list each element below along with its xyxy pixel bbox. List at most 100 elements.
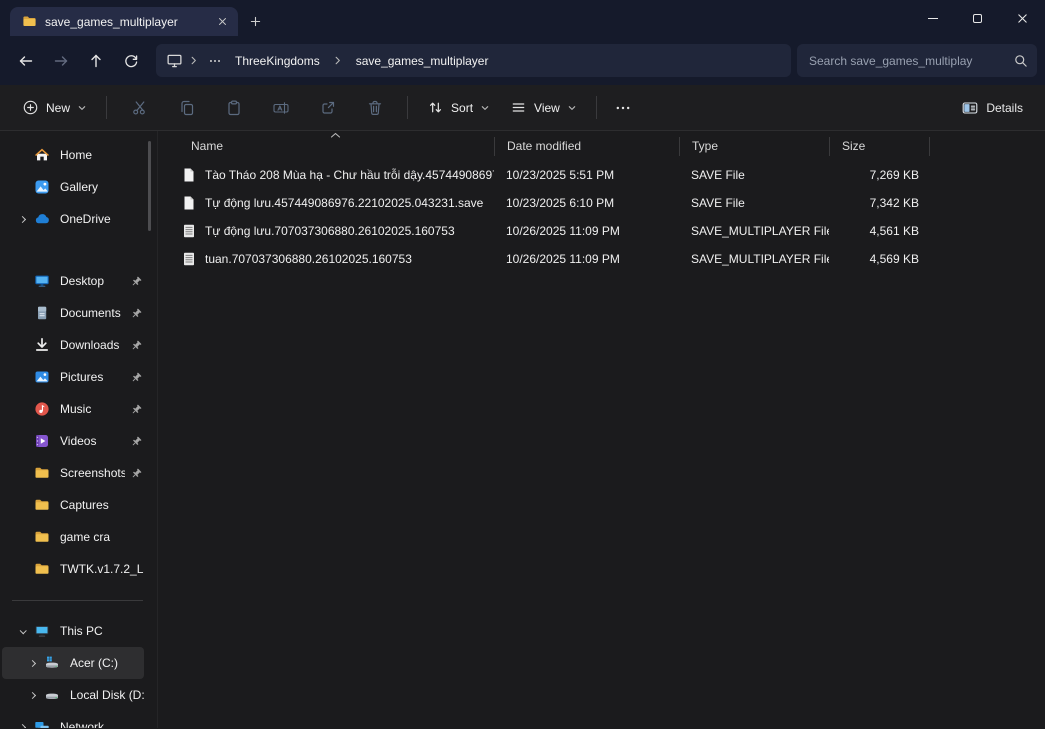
paste-button[interactable] [214, 91, 253, 125]
sidebar-item-captures[interactable]: Captures [2, 489, 144, 521]
chevron-right-icon[interactable] [10, 203, 34, 235]
file-rows: Tào Tháo 208 Mùa hạ - Chư hầu trỗi dậy.4… [158, 161, 1045, 273]
sidebar-item-this-pc[interactable]: This PC [2, 615, 144, 647]
new-tab-button[interactable] [238, 7, 272, 36]
details-pane-icon [961, 99, 979, 117]
desktop-icon [34, 273, 50, 289]
refresh-button[interactable] [113, 44, 148, 78]
column-header-filler [929, 137, 1045, 156]
column-header-name[interactable]: Name [158, 137, 494, 156]
forward-button[interactable] [43, 44, 78, 78]
toolbar-separator [596, 96, 597, 119]
maximize-icon [973, 14, 982, 23]
sidebar-item-local-disk-d[interactable]: Local Disk (D:) [2, 679, 144, 711]
file-explorer-window: save_games_multiplayer ThreeKingdoms sav… [0, 0, 1045, 729]
search-box[interactable]: Search save_games_multiplay [797, 44, 1037, 77]
pin-icon [129, 370, 144, 385]
chevron-slot [10, 489, 34, 521]
network-icon [34, 719, 50, 728]
sidebar-item-label: This PC [60, 624, 144, 638]
column-header-type[interactable]: Type [679, 137, 829, 156]
details-button-label: Details [986, 101, 1023, 115]
chevron-slot [10, 171, 34, 203]
breadcrumb-save-games-multiplayer[interactable]: save_games_multiplayer [348, 51, 497, 71]
close-button[interactable] [1000, 0, 1045, 36]
back-button[interactable] [8, 44, 43, 78]
share-button[interactable] [308, 91, 347, 125]
file-size: 7,269 KB [829, 168, 929, 182]
this-pc-icon [34, 623, 50, 639]
maximize-button[interactable] [955, 0, 1000, 36]
more-options-button[interactable] [606, 91, 640, 125]
view-button-label: View [534, 101, 560, 115]
sort-button[interactable]: Sort [417, 91, 500, 125]
tab-close-icon[interactable] [212, 12, 232, 32]
file-size: 7,342 KB [829, 196, 929, 210]
cut-button[interactable] [120, 91, 159, 125]
chevron-right-icon [183, 53, 203, 69]
sidebar-item-videos[interactable]: Videos [2, 425, 144, 457]
breadcrumb-threekingdoms[interactable]: ThreeKingdoms [227, 51, 328, 71]
sidebar-item-label: Documents [60, 306, 125, 320]
tab-title: save_games_multiplayer [45, 15, 204, 29]
sidebar-item-acer-c[interactable]: Acer (C:) [2, 647, 144, 679]
view-button[interactable]: View [500, 91, 587, 125]
file-date-modified: 10/26/2025 11:09 PM [494, 224, 679, 238]
file-name: tuan.707037306880.26102025.160753 [205, 252, 412, 266]
chevron-down-icon [567, 103, 577, 113]
sidebar-item-desktop[interactable]: Desktop [2, 265, 144, 297]
sidebar-item-label: Gallery [60, 180, 144, 194]
column-header-date-modified[interactable]: Date modified [494, 137, 679, 156]
file-type: SAVE File [679, 168, 829, 182]
sidebar-item-downloads[interactable]: Downloads [2, 329, 144, 361]
music-icon [34, 401, 50, 417]
pin-icon [129, 402, 144, 417]
drive-icon [44, 687, 60, 703]
copy-button[interactable] [167, 91, 206, 125]
sidebar-item-label: Acer (C:) [70, 656, 144, 670]
file-row[interactable]: Tự động lưu.457449086976.22102025.043231… [158, 189, 1045, 217]
chevron-right-icon[interactable] [20, 679, 44, 711]
column-header-size[interactable]: Size [829, 137, 929, 156]
minimize-button[interactable] [910, 0, 955, 36]
sidebar-item-game-cra[interactable]: game cra [2, 521, 144, 553]
onedrive-icon [34, 211, 50, 227]
file-name: Tự động lưu.457449086976.22102025.043231… [205, 196, 483, 210]
this-pc-icon [166, 52, 183, 69]
sidebar-item-onedrive[interactable]: OneDrive [2, 203, 144, 235]
file-row[interactable]: Tự động lưu.707037306880.26102025.160753… [158, 217, 1045, 245]
sidebar-scrollbar[interactable] [148, 141, 151, 231]
chevron-right-icon[interactable] [20, 647, 44, 679]
sidebar-item-pictures[interactable]: Pictures [2, 361, 144, 393]
sidebar-item-twtk-v1-7-2-lir[interactable]: TWTK.v1.7.2_Lir [2, 553, 144, 585]
sidebar-item-label: Home [60, 148, 144, 162]
folder-icon [22, 14, 37, 29]
up-button[interactable] [78, 44, 113, 78]
breadcrumb-overflow-button[interactable] [203, 51, 227, 71]
search-placeholder: Search save_games_multiplay [809, 54, 1007, 68]
sidebar-item-screenshots[interactable]: Screenshots [2, 457, 144, 489]
sidebar-item-gallery[interactable]: Gallery [2, 171, 144, 203]
details-pane-button[interactable]: Details [951, 91, 1033, 125]
file-size: 4,569 KB [829, 252, 929, 266]
save-file-icon [181, 195, 197, 211]
delete-button[interactable] [355, 91, 394, 125]
window-controls [910, 0, 1045, 36]
pin-icon [129, 338, 144, 353]
sidebar-item-home[interactable]: Home [2, 139, 144, 171]
chevron-right-icon[interactable] [10, 711, 34, 728]
new-button[interactable]: New [12, 91, 97, 125]
file-row[interactable]: Tào Tháo 208 Mùa hạ - Chư hầu trỗi dậy.4… [158, 161, 1045, 189]
chevron-slot [10, 329, 34, 361]
rename-button[interactable] [261, 91, 300, 125]
sidebar-item-network[interactable]: Network [2, 711, 144, 728]
sidebar-item-music[interactable]: Music [2, 393, 144, 425]
pin-icon [129, 274, 144, 289]
file-name-cell: Tự động lưu.457449086976.22102025.043231… [158, 195, 494, 211]
explorer-tab[interactable]: save_games_multiplayer [10, 7, 238, 36]
file-row[interactable]: tuan.707037306880.26102025.16075310/26/2… [158, 245, 1045, 273]
address-bar[interactable]: ThreeKingdoms save_games_multiplayer [156, 44, 791, 77]
sidebar-item-documents[interactable]: Documents [2, 297, 144, 329]
sort-ascending-icon [330, 132, 341, 139]
chevron-down-icon[interactable] [10, 615, 34, 647]
